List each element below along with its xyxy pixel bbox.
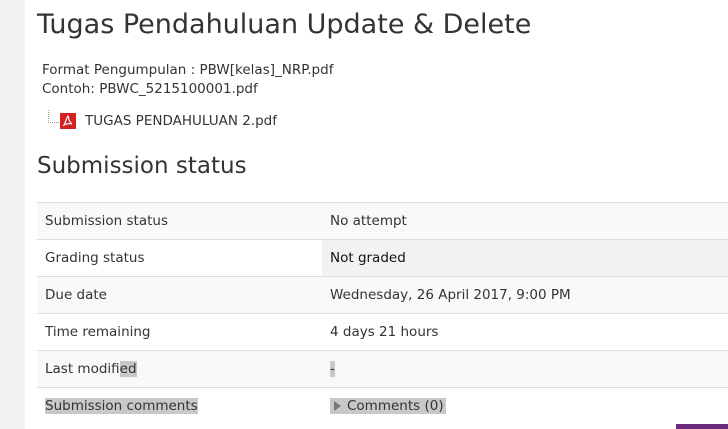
- row-value: -: [322, 350, 728, 388]
- row-label: Due date: [37, 276, 322, 314]
- chevron-right-icon: [334, 401, 341, 412]
- row-value: Not graded: [322, 239, 728, 277]
- assignment-intro: Format Pengumpulan : PBW[kelas]_NRP.pdf …: [42, 61, 333, 99]
- page-title: Tugas Pendahuluan Update & Delete: [37, 9, 532, 40]
- table-row: Due date Wednesday, 26 April 2017, 9:00 …: [37, 276, 728, 314]
- row-label: Last modified: [37, 350, 322, 388]
- row-label-text: Last modifi: [45, 361, 120, 377]
- accent-bar: [676, 424, 728, 429]
- intro-line-format: Format Pengumpulan : PBW[kelas]_NRP.pdf: [42, 62, 334, 78]
- selected-text: Submission comments: [45, 398, 198, 415]
- left-gutter: [0, 0, 25, 429]
- selected-text: ed: [119, 361, 137, 377]
- table-row: Submission comments Comments (0): [37, 387, 728, 425]
- table-row: Time remaining 4 days 21 hours: [37, 313, 728, 351]
- row-value: 4 days 21 hours: [322, 313, 728, 351]
- attachment-link[interactable]: TUGAS PENDAHULUAN 2.pdf: [85, 113, 277, 129]
- selected-text: -: [330, 361, 335, 377]
- row-value: Wednesday, 26 April 2017, 9:00 PM: [322, 276, 728, 314]
- row-label: Submission comments: [37, 387, 322, 425]
- row-value: No attempt: [322, 202, 728, 240]
- table-row: Grading status Not graded: [37, 239, 728, 277]
- row-label: Submission status: [37, 202, 322, 240]
- row-label: Time remaining: [37, 313, 322, 351]
- submission-status-heading: Submission status: [37, 153, 247, 179]
- comments-label: Comments (0): [347, 398, 444, 415]
- intro-line-example: Contoh: PBWC_5215100001.pdf: [42, 81, 258, 97]
- comments-toggle[interactable]: Comments (0): [330, 398, 446, 415]
- pdf-file-icon: [60, 113, 76, 129]
- table-row: Last modified -: [37, 350, 728, 388]
- submission-status-table: Submission status No attempt Grading sta…: [37, 202, 728, 425]
- row-value: Comments (0): [322, 387, 728, 425]
- table-row: Submission status No attempt: [37, 202, 728, 240]
- tree-connector: [48, 110, 59, 123]
- row-label: Grading status: [37, 239, 322, 277]
